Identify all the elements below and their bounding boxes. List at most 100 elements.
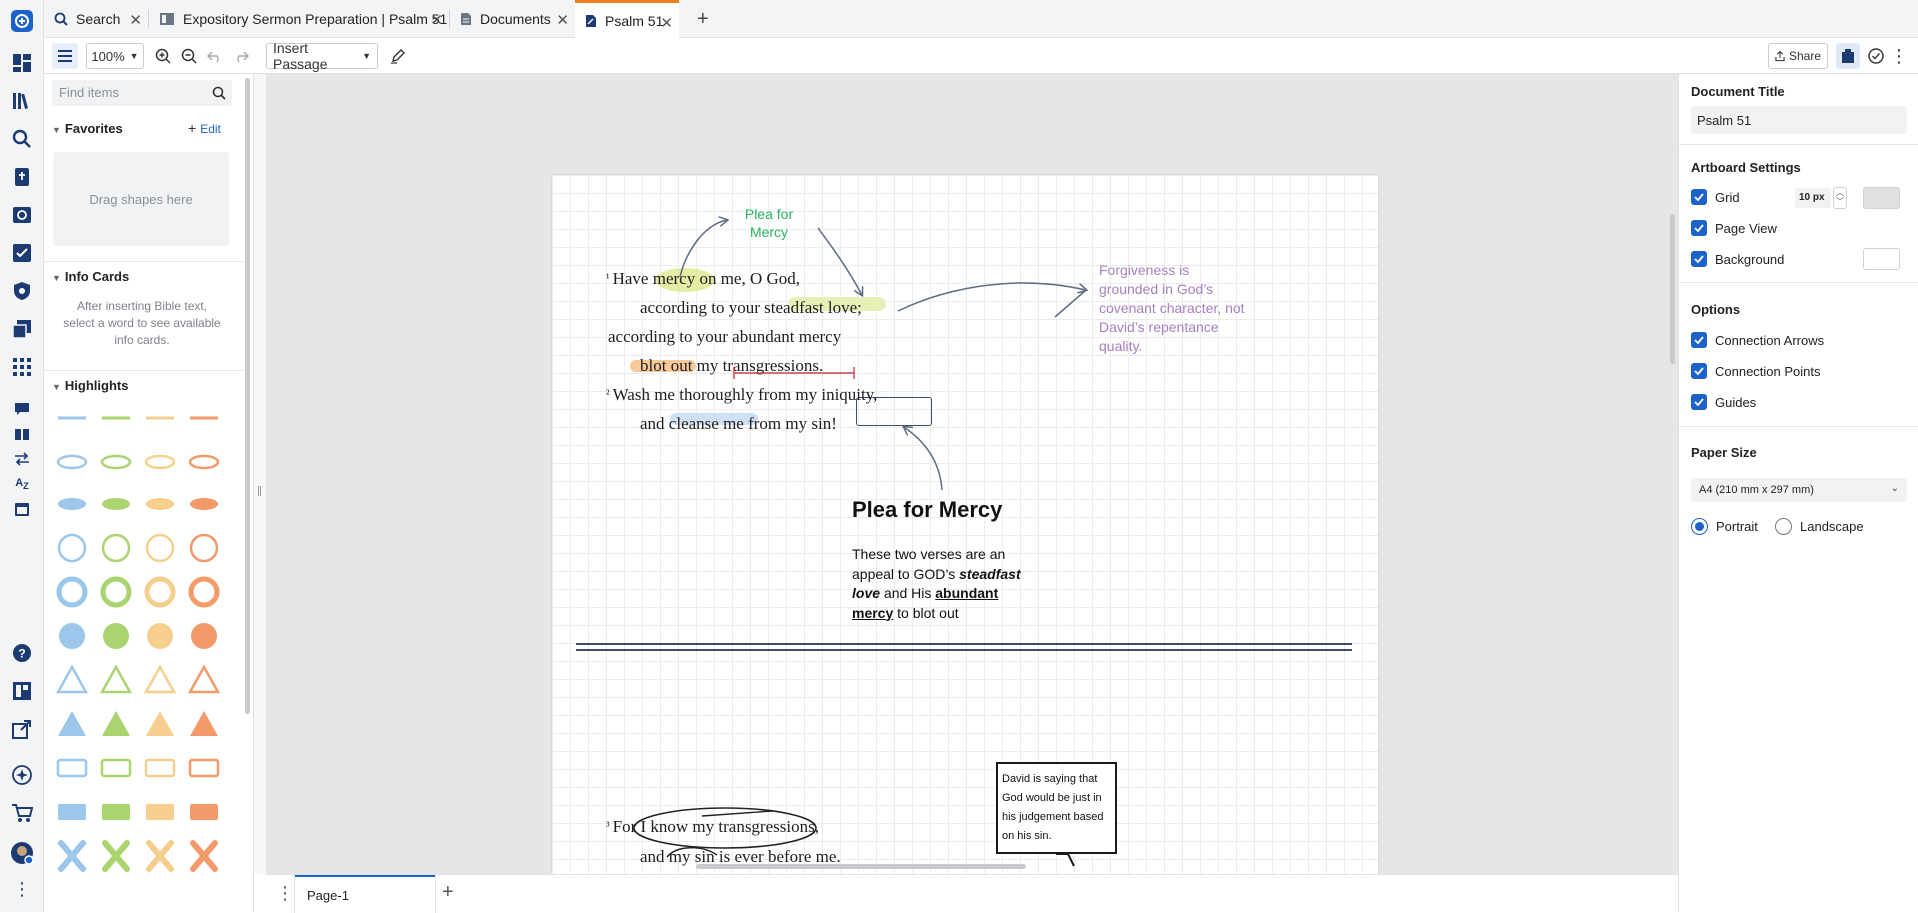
highlight-style-rect-outline[interactable] xyxy=(188,758,220,778)
checklist-icon[interactable] xyxy=(9,240,35,266)
bracket-transgressions[interactable] xyxy=(733,367,855,379)
page-menu-icon[interactable]: ⋮ xyxy=(276,883,294,904)
highlight-style-ellipse-fill[interactable] xyxy=(102,498,130,510)
grid-size-stepper[interactable]: ︿ ﹀ xyxy=(1833,187,1847,209)
highlight-style-circle-outline[interactable] xyxy=(189,533,219,563)
highlight-style-triangle-outline[interactable] xyxy=(55,664,89,694)
highlight-style-triangle-outline[interactable] xyxy=(187,664,221,694)
highlight-style-x-mark[interactable] xyxy=(190,840,218,872)
close-icon[interactable]: ✕ xyxy=(556,11,569,29)
calendar-icon[interactable] xyxy=(9,496,35,522)
highlight-style-circle-rough[interactable] xyxy=(144,576,176,608)
checkbox-checked-icon[interactable] xyxy=(1691,251,1707,267)
highlight-style-triangle-fill[interactable] xyxy=(190,711,218,736)
highlight-style-circle-rough[interactable] xyxy=(188,576,220,608)
undo-button[interactable] xyxy=(206,43,224,69)
sort-az-icon[interactable]: AZ xyxy=(9,471,35,497)
highlight-style-ellipse-outline[interactable] xyxy=(100,454,132,470)
highlight-style-circle-outline[interactable] xyxy=(145,533,175,563)
dashboard-icon[interactable] xyxy=(9,50,35,76)
zoom-in-button[interactable] xyxy=(154,43,172,69)
checkbox-checked-icon[interactable] xyxy=(1691,363,1707,379)
tab-search[interactable]: Search ✕ xyxy=(44,0,148,38)
background-checkbox-row[interactable]: Background xyxy=(1691,251,1784,267)
highlight-style-rect-fill[interactable] xyxy=(146,804,174,820)
new-tab-button[interactable]: + xyxy=(687,0,717,38)
highlight-style-triangle-fill[interactable] xyxy=(102,711,130,736)
highlight-style-x-mark[interactable] xyxy=(102,840,130,872)
plea-body-text[interactable]: These two verses are an appeal to GOD’s … xyxy=(852,545,1032,623)
library-icon[interactable] xyxy=(9,88,35,114)
highlight-style-ellipse-fill[interactable] xyxy=(58,498,86,510)
guides-row[interactable]: Guides xyxy=(1691,394,1756,410)
highlight-style-rect-fill[interactable] xyxy=(102,804,130,820)
favorites-header[interactable]: ▼ Favorites xyxy=(52,121,123,136)
highlight-style-circle-rough[interactable] xyxy=(56,576,88,608)
connection-arrows-row[interactable]: Connection Arrows xyxy=(1691,332,1824,348)
canvas-area[interactable]: ¹ Have mercy on me, O God, according to y… xyxy=(266,74,1678,874)
canvas-scrollbar-horizontal[interactable] xyxy=(696,864,1026,869)
radio-unselected-icon[interactable] xyxy=(1775,518,1792,535)
highlight-style-rect-fill[interactable] xyxy=(190,804,218,820)
highlight-style-ellipse-outline[interactable] xyxy=(144,454,176,470)
highlight-style-circle-fill[interactable] xyxy=(103,623,129,649)
connection-points-row[interactable]: Connection Points xyxy=(1691,363,1821,379)
radio-selected-icon[interactable] xyxy=(1691,518,1708,535)
section-divider-lines[interactable] xyxy=(576,643,1352,651)
document-title-input[interactable]: Psalm 51 xyxy=(1691,106,1907,134)
highlight-style-x-mark[interactable] xyxy=(58,840,86,872)
close-icon[interactable]: ✕ xyxy=(660,14,673,32)
panel-scrollbar[interactable] xyxy=(245,78,250,714)
portrait-radio-row[interactable]: Portrait xyxy=(1691,518,1758,535)
callout-bubble[interactable]: David is saying that God would be just i… xyxy=(996,762,1117,854)
highlights-header[interactable]: ▼ Highlights xyxy=(52,378,128,393)
help-icon[interactable]: ? xyxy=(9,640,35,666)
bible-icon[interactable] xyxy=(9,164,35,190)
highlight-style-rect-fill[interactable] xyxy=(58,804,86,820)
more-vertical-icon[interactable]: ⋮ xyxy=(9,876,35,902)
arrow-to-note[interactable] xyxy=(897,282,1086,312)
verse-3-line-1[interactable]: ³ For I know my transgressions, xyxy=(606,817,819,837)
page-tab-1[interactable]: Page-1 xyxy=(295,875,435,912)
background-color-swatch[interactable] xyxy=(1863,248,1900,270)
apps-grid-icon[interactable] xyxy=(9,354,35,380)
plea-heading[interactable]: Plea for Mercy xyxy=(852,497,1002,523)
draw-pen-button[interactable] xyxy=(388,43,408,69)
zoom-out-button[interactable] xyxy=(180,43,198,69)
tab-psalm-51[interactable]: Psalm 51 ✕ xyxy=(575,0,679,38)
add-page-button[interactable]: + xyxy=(442,881,454,904)
menu-button[interactable] xyxy=(52,43,78,69)
grid-checkbox-row[interactable]: Grid xyxy=(1691,189,1740,205)
more-options-icon[interactable]: ⋮ xyxy=(1890,43,1908,69)
favorites-edit-button[interactable]: + Edit xyxy=(188,120,221,136)
arrow-from-label[interactable] xyxy=(817,227,862,295)
page-view-checkbox-row[interactable]: Page View xyxy=(1691,220,1777,236)
zoom-select[interactable]: 100% ▼ xyxy=(86,43,144,69)
arrow-to-iniquity[interactable] xyxy=(904,427,943,491)
arrow-to-label[interactable] xyxy=(679,220,727,278)
artboard-page[interactable]: ¹ Have mercy on me, O God, according to y… xyxy=(552,175,1378,874)
highlight-style-circle-rough[interactable] xyxy=(100,576,132,608)
paper-size-select[interactable]: A4 (210 mm x 297 mm) ⌄ xyxy=(1691,478,1907,502)
shield-icon[interactable] xyxy=(9,278,35,304)
highlight-style-triangle-fill[interactable] xyxy=(58,711,86,736)
highlight-style-circle-outline[interactable] xyxy=(101,533,131,563)
highlight-style-ellipse-fill[interactable] xyxy=(190,498,218,510)
layout-icon[interactable] xyxy=(9,678,35,704)
review-button[interactable] xyxy=(1866,43,1886,69)
export-icon[interactable] xyxy=(9,716,35,742)
highlight-style-ellipse-outline[interactable] xyxy=(188,454,220,470)
avatar[interactable] xyxy=(9,840,35,866)
close-icon[interactable]: ✕ xyxy=(129,11,142,29)
highlight-style-circle-fill[interactable] xyxy=(191,623,217,649)
redo-button[interactable] xyxy=(232,43,250,69)
checkbox-checked-icon[interactable] xyxy=(1691,189,1707,205)
highlight-style-rect-outline[interactable] xyxy=(56,758,88,778)
highlight-style-triangle-outline[interactable] xyxy=(143,664,177,694)
properties-panel-button[interactable] xyxy=(1836,43,1860,69)
comment-icon[interactable] xyxy=(9,396,35,422)
find-items-input[interactable]: Find items xyxy=(52,80,232,106)
highlight-style-circle-outline[interactable] xyxy=(57,533,87,563)
study-icon[interactable] xyxy=(9,202,35,228)
layers-icon[interactable] xyxy=(9,316,35,342)
